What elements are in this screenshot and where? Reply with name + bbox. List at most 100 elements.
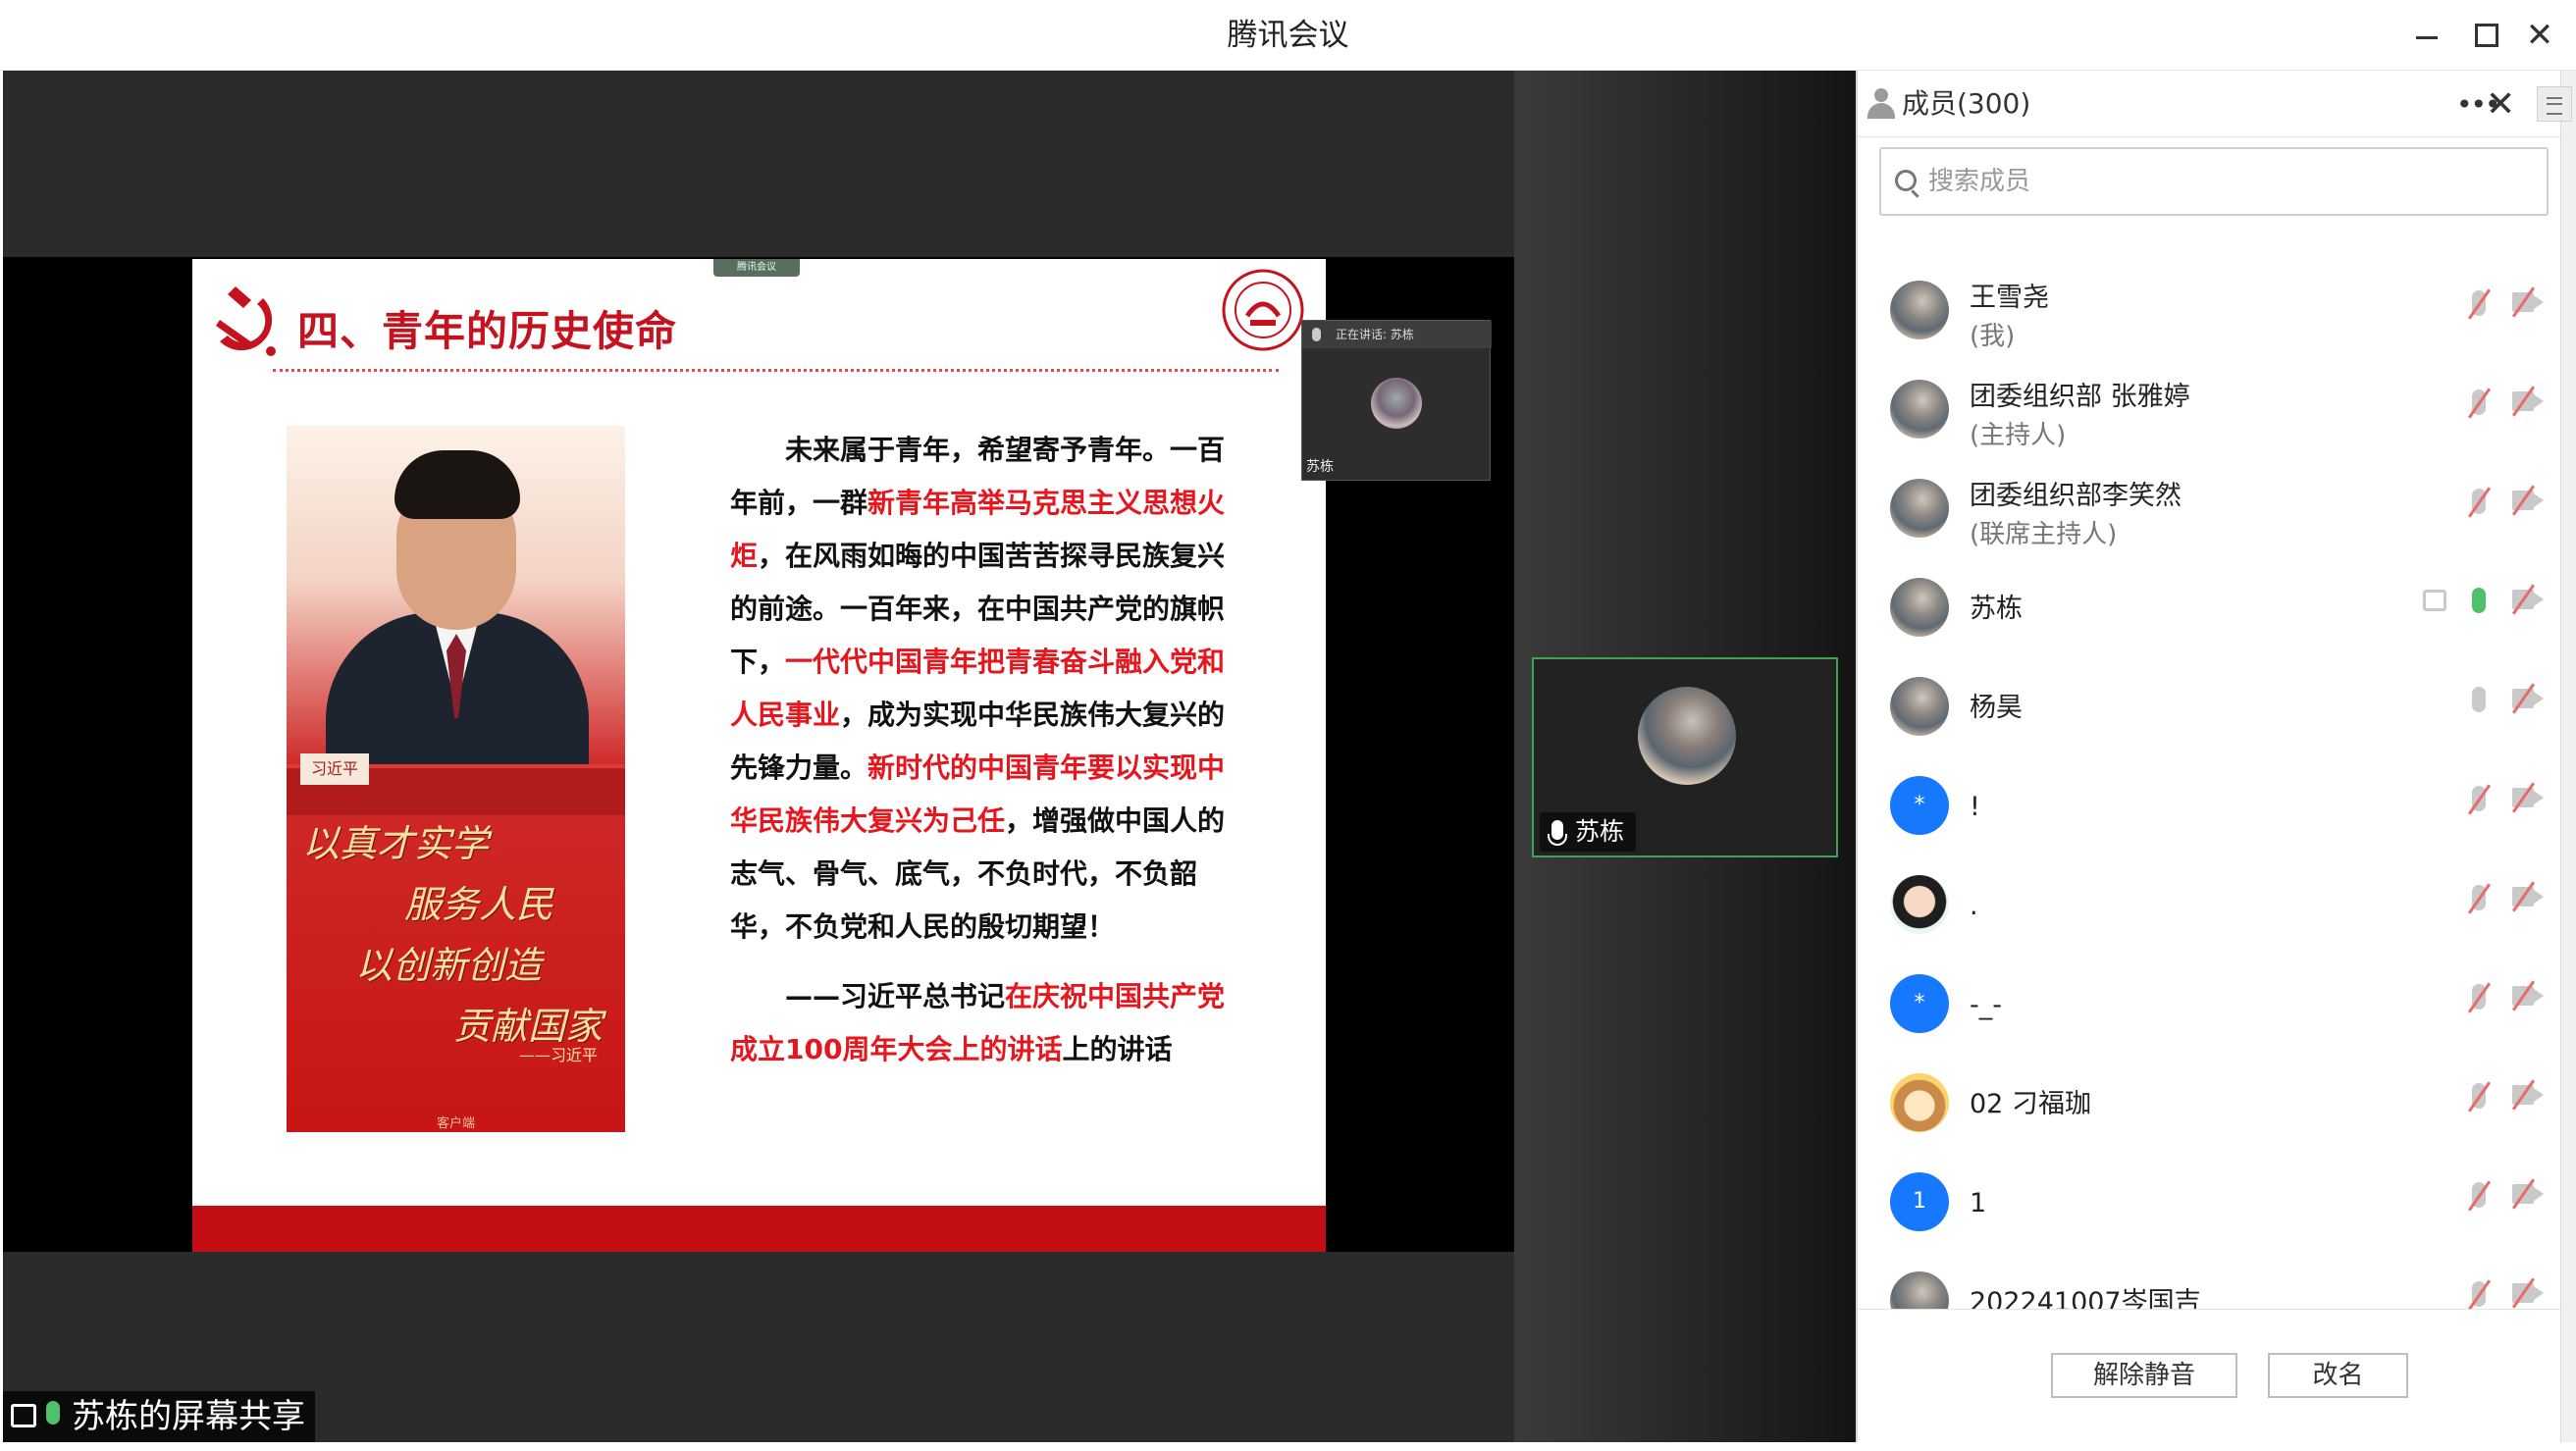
members-panel-header: 成员(300) ••• ✕ (1858, 71, 2562, 137)
mic-icon[interactable] (2472, 687, 2486, 712)
mic-muted-icon[interactable] (2472, 389, 2486, 415)
member-row[interactable]: 02 刁福珈 (1858, 1056, 2562, 1155)
mic-muted-icon[interactable] (2472, 1281, 2486, 1307)
member-row[interactable]: . (1858, 857, 2562, 957)
member-role: (联席主持人) (1970, 520, 2118, 549)
member-row[interactable]: 团委组织部 张雅婷 (主持人) (1858, 362, 2562, 461)
screen-share-label: 苏栋的屏幕共享 (3, 1391, 315, 1442)
person-icon (1867, 88, 1895, 120)
portrait-footer: 客户端 (436, 1116, 475, 1131)
slide-title: 四、青年的历史使命 (297, 307, 678, 355)
mic-muted-icon[interactable] (2472, 489, 2486, 514)
member-name: 团委组织部 张雅婷 (1970, 382, 2190, 412)
member-role: (我) (1970, 322, 2016, 351)
camera-off-icon[interactable] (2512, 887, 2544, 907)
mic-muted-icon[interactable] (2472, 786, 2486, 811)
member-name: ! (1970, 792, 1980, 822)
camera-off-icon[interactable] (2512, 391, 2544, 411)
member-name: 02 刁福珈 (1970, 1089, 2091, 1119)
minimize-icon[interactable] (2404, 16, 2447, 55)
shared-slide: 腾讯会议 四、青年的历史使命 习近平 以真才实学 服务人民 以创新创造 贡献国家… (192, 259, 1326, 1252)
body-text: 上的讲话 (1062, 1033, 1173, 1065)
member-list[interactable]: 王雪尧 (我) 团委组织部 张雅婷 (主持人) 团委组织部李笑然 (联席主持人) 苏栋杨昊 *… (1858, 257, 2562, 1309)
camera-off-icon[interactable] (2512, 689, 2544, 708)
member-name: 团委组织部李笑然 (1970, 481, 2182, 511)
member-row[interactable]: * -_- (1858, 957, 2562, 1056)
school-logo-icon (1222, 269, 1304, 351)
avatar: * (1890, 776, 1949, 835)
mic-muted-icon[interactable] (2472, 1083, 2486, 1109)
member-row[interactable]: 杨昊 (1858, 659, 2562, 758)
share-tag[interactable]: 腾讯会议 (713, 259, 800, 277)
member-name: 王雪尧 (1970, 283, 2049, 313)
mic-icon (1312, 328, 1321, 341)
menu-icon[interactable] (2537, 86, 2572, 122)
mic-muted-icon[interactable] (2472, 290, 2486, 316)
video-tile[interactable]: 苏栋 (1532, 657, 1838, 857)
camera-off-icon[interactable] (2512, 1184, 2544, 1204)
mic-muted-icon[interactable] (2472, 885, 2486, 910)
mic-icon[interactable] (2472, 588, 2486, 613)
screen-share-icon (2423, 590, 2446, 611)
member-row[interactable]: 苏栋 (1858, 560, 2562, 659)
avatar (1890, 380, 1949, 439)
camera-off-icon[interactable] (2512, 1085, 2544, 1105)
mic-muted-icon[interactable] (2472, 1182, 2486, 1208)
avatar (1890, 281, 1949, 339)
camera-off-icon[interactable] (2512, 788, 2544, 807)
member-name: -_- (1970, 990, 2002, 1020)
mini-view-name: 苏栋 (1306, 459, 1334, 475)
member-name: 1 (1970, 1188, 1987, 1218)
avatar (1890, 578, 1949, 637)
party-emblem-icon (216, 286, 276, 356)
tile-name-label: 苏栋 (1540, 812, 1637, 852)
rename-button[interactable]: 改名 (2268, 1353, 2408, 1398)
member-row[interactable]: 202241007岑国吉 (1858, 1254, 2562, 1309)
avatar (1638, 687, 1736, 785)
member-name: 202241007岑国吉 (1970, 1287, 2201, 1309)
speaker-mini-view[interactable]: 正在讲话: 苏栋 苏栋 (1301, 320, 1492, 481)
camera-off-icon[interactable] (2512, 491, 2544, 510)
members-title: 成员(300) (1902, 87, 2031, 120)
camera-off-icon[interactable] (2512, 1283, 2544, 1303)
close-icon[interactable]: ✕ (2518, 16, 2561, 55)
member-name: 杨昊 (1970, 693, 2023, 723)
search-input[interactable]: 搜索成员 (1879, 147, 2549, 216)
avatar (1890, 677, 1949, 736)
camera-off-icon[interactable] (2512, 292, 2544, 312)
app-title: 腾讯会议 (1227, 18, 1349, 53)
member-row[interactable]: 团委组织部李笑然 (联席主持人) (1858, 461, 2562, 560)
slide-quote: ——习近平总书记在庆祝中国共产党成立100周年大会上的讲话上的讲话 (730, 970, 1240, 1076)
avatar (1890, 479, 1949, 538)
member-name: . (1970, 891, 1978, 921)
avatar: 1 (1890, 1172, 1949, 1231)
member-row[interactable]: 王雪尧 (我) (1858, 263, 2562, 362)
member-row[interactable]: *! (1858, 758, 2562, 857)
mic-muted-icon[interactable] (2472, 984, 2486, 1010)
camera-off-icon[interactable] (2512, 986, 2544, 1006)
maximize-icon[interactable] (2461, 16, 2504, 55)
members-panel: 成员(300) ••• ✕ 搜索成员 王雪尧 (我) 团委组织部 张雅婷 (主持人) 团… (1856, 71, 2562, 1442)
title-divider (273, 369, 1279, 372)
mic-icon (46, 1401, 60, 1425)
member-role: (主持人) (1970, 421, 2067, 450)
avatar (1890, 875, 1949, 934)
search-placeholder: 搜索成员 (1928, 167, 2031, 196)
avatar (1890, 1073, 1949, 1132)
avatar: * (1890, 974, 1949, 1033)
members-panel-footer: 解除静音 改名 (1858, 1309, 2562, 1442)
slide-body-text: 未来属于青年，希望寄予青年。一百年前，一群新青年高举马克思主义思想火炬，在风雨如… (730, 424, 1240, 954)
title-bar: 腾讯会议 ✕ (0, 0, 2576, 71)
close-panel-icon[interactable]: ✕ (2486, 84, 2515, 125)
unmute-button[interactable]: 解除静音 (2051, 1353, 2237, 1398)
mic-icon (1548, 820, 1567, 846)
leader-portrait-image: 习近平 以真才实学 服务人民 以创新创造 贡献国家 ——习近平 客户端 (287, 426, 625, 1132)
search-icon (1895, 170, 1917, 191)
avatar (1371, 378, 1422, 429)
side-strip (2560, 71, 2576, 1442)
nameplate: 习近平 (300, 753, 369, 785)
screen-share-icon (11, 1404, 36, 1427)
camera-off-icon[interactable] (2512, 590, 2544, 609)
slide-footer-bar (192, 1206, 1326, 1252)
member-row[interactable]: 11 (1858, 1155, 2562, 1254)
